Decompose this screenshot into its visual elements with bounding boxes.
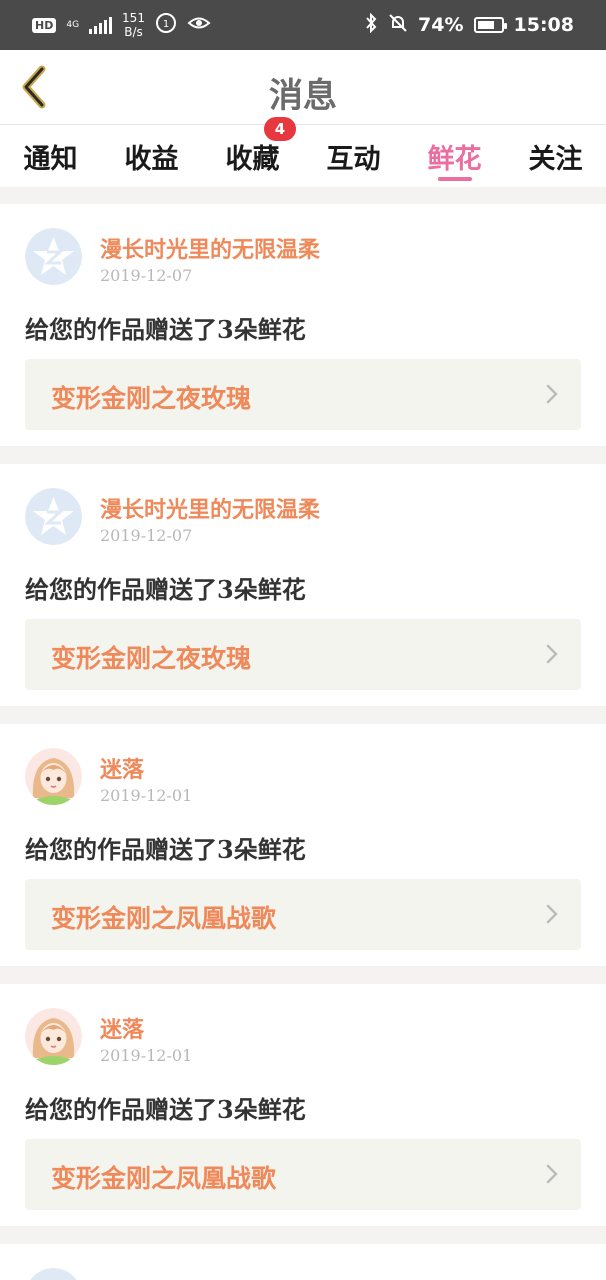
sender-name[interactable]: 漫长时光里的无限温柔 (100, 492, 320, 524)
unread-badge: 4 (264, 117, 296, 141)
tab-notifications[interactable]: 通知 (0, 125, 101, 187)
signal-icon (89, 16, 113, 34)
svg-text:1: 1 (163, 19, 169, 30)
message-date: 2019-12-01 (100, 786, 193, 805)
message-text: 给您的作品赠送了3朵鲜花 (25, 835, 306, 864)
message-list: 漫长时光里的无限温柔 2019-12-07 给您的作品赠送了3朵鲜花 变形金刚之… (0, 204, 606, 1280)
avatar[interactable] (25, 1008, 82, 1065)
list-item: 迷落 2019-12-01 给您的作品赠送了3朵鲜花 变形金刚之凤凰战歌 (0, 984, 606, 1226)
work-title: 变形金刚之夜玫瑰 (51, 644, 252, 673)
work-link[interactable]: 变形金刚之夜玫瑰 (25, 359, 581, 430)
anime-girl-icon (25, 1008, 82, 1065)
list-item: 漫长时光里的无限温柔 2019-12-07 给您的作品赠送了3朵鲜花 变形金刚之… (0, 464, 606, 706)
status-bar-left: HD 4G 151 B/s 1 (32, 11, 211, 39)
page-title: 消息 (269, 76, 337, 116)
message-text: 给您的作品赠送了3朵鲜花 (25, 575, 306, 604)
message-text: 给您的作品赠送了3朵鲜花 (25, 315, 306, 344)
work-link[interactable]: 变形金刚之凤凰战歌 (25, 1139, 581, 1210)
battery-percent: 74% (418, 14, 464, 36)
eye-icon (187, 14, 211, 36)
bluetooth-icon (364, 12, 378, 37)
avatar[interactable] (25, 228, 82, 285)
work-title: 变形金刚之凤凰战歌 (51, 904, 277, 933)
qzone-star-icon (30, 1268, 77, 1280)
status-bar: HD 4G 151 B/s 1 74% 15:08 (0, 0, 606, 50)
data-saver-icon: 1 (155, 12, 177, 38)
chevron-right-icon (546, 1164, 558, 1184)
network-type: 4G (66, 20, 80, 30)
active-tab-indicator (437, 177, 472, 181)
tab-bar: 通知 收益 收藏 4 互动 鲜花 关注 (0, 117, 606, 187)
tab-earnings[interactable]: 收益 (101, 125, 202, 187)
work-title: 变形金刚之凤凰战歌 (51, 1164, 277, 1193)
work-title: 变形金刚之夜玫瑰 (51, 384, 252, 413)
qzone-star-icon (25, 488, 82, 545)
network-speed: 151 B/s (122, 11, 145, 39)
sender-name[interactable]: 迷落 (100, 752, 144, 784)
message-date: 2019-12-07 (100, 526, 193, 545)
avatar[interactable] (25, 1268, 82, 1280)
sender-name[interactable]: 迷落 (100, 1012, 144, 1044)
app-header: 消息 (0, 50, 606, 125)
list-item: 迷落 2019-12-01 给您的作品赠送了3朵鲜花 变形金刚之凤凰战歌 (0, 724, 606, 966)
chevron-right-icon (546, 904, 558, 924)
chevron-right-icon (546, 644, 558, 664)
work-link[interactable]: 变形金刚之夜玫瑰 (25, 619, 581, 690)
chevron-right-icon (546, 384, 558, 404)
hd-indicator: HD (32, 17, 57, 33)
avatar[interactable] (25, 748, 82, 805)
battery-icon (473, 17, 507, 33)
tab-flowers[interactable]: 鲜花 (404, 125, 505, 187)
status-bar-right: 74% 15:08 (364, 12, 574, 37)
message-date: 2019-12-07 (100, 266, 193, 285)
clock: 15:08 (513, 14, 574, 36)
qzone-star-icon (25, 228, 82, 285)
avatar[interactable] (25, 488, 82, 545)
tab-interactions[interactable]: 互动 (303, 125, 404, 187)
sender-name[interactable]: 漫长时光里的无限温柔 (100, 232, 320, 264)
tab-favorites[interactable]: 收藏 4 (202, 117, 303, 187)
list-item-partial (0, 1244, 606, 1280)
message-text: 给您的作品赠送了3朵鲜花 (25, 1095, 306, 1124)
anime-girl-icon (25, 748, 82, 805)
list-item: 漫长时光里的无限温柔 2019-12-07 给您的作品赠送了3朵鲜花 变形金刚之… (0, 204, 606, 446)
mute-bell-icon (388, 13, 408, 37)
tab-following[interactable]: 关注 (505, 125, 606, 187)
message-date: 2019-12-01 (100, 1046, 193, 1065)
work-link[interactable]: 变形金刚之凤凰战歌 (25, 879, 581, 950)
